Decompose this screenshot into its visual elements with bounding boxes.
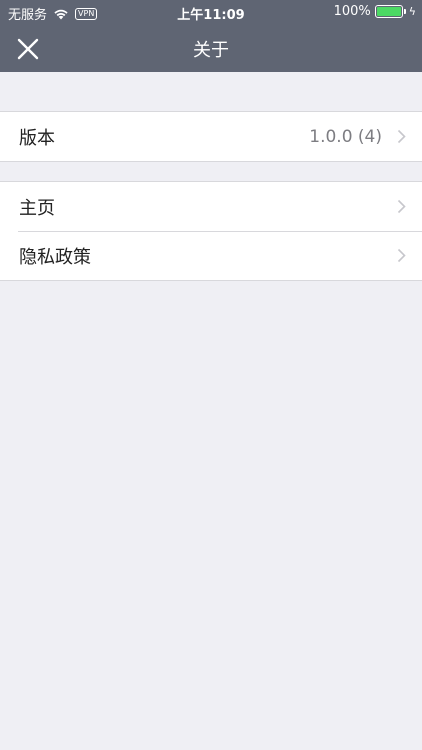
homepage-label: 主页	[19, 197, 55, 219]
charging-icon: ϟ	[408, 5, 416, 18]
links-section: 主页 隐私政策	[0, 181, 422, 281]
chevron-right-icon	[397, 199, 406, 214]
version-row[interactable]: 版本 1.0.0 (4)	[0, 112, 422, 161]
page-title: 关于	[193, 40, 229, 61]
nav-bar: 关于	[0, 24, 422, 72]
homepage-row[interactable]: 主页	[0, 182, 422, 231]
header: 无服务 VPN 上午11:09 100% ϟ 关于	[0, 0, 422, 72]
battery-tip	[403, 9, 406, 14]
status-bar: 无服务 VPN 上午11:09 100% ϟ	[0, 0, 422, 24]
privacy-policy-row[interactable]: 隐私政策	[0, 231, 422, 280]
chevron-right-icon	[397, 248, 406, 263]
privacy-policy-label: 隐私政策	[19, 246, 91, 268]
version-value: 1.0.0 (4)	[309, 126, 382, 147]
battery-fill	[376, 7, 401, 16]
version-section: 版本 1.0.0 (4)	[0, 111, 422, 162]
version-label: 版本	[19, 127, 55, 149]
battery-percent: 100%	[333, 4, 371, 19]
chevron-right-icon	[397, 129, 406, 144]
status-right: 100% ϟ	[334, 4, 416, 19]
battery-icon	[374, 5, 406, 18]
